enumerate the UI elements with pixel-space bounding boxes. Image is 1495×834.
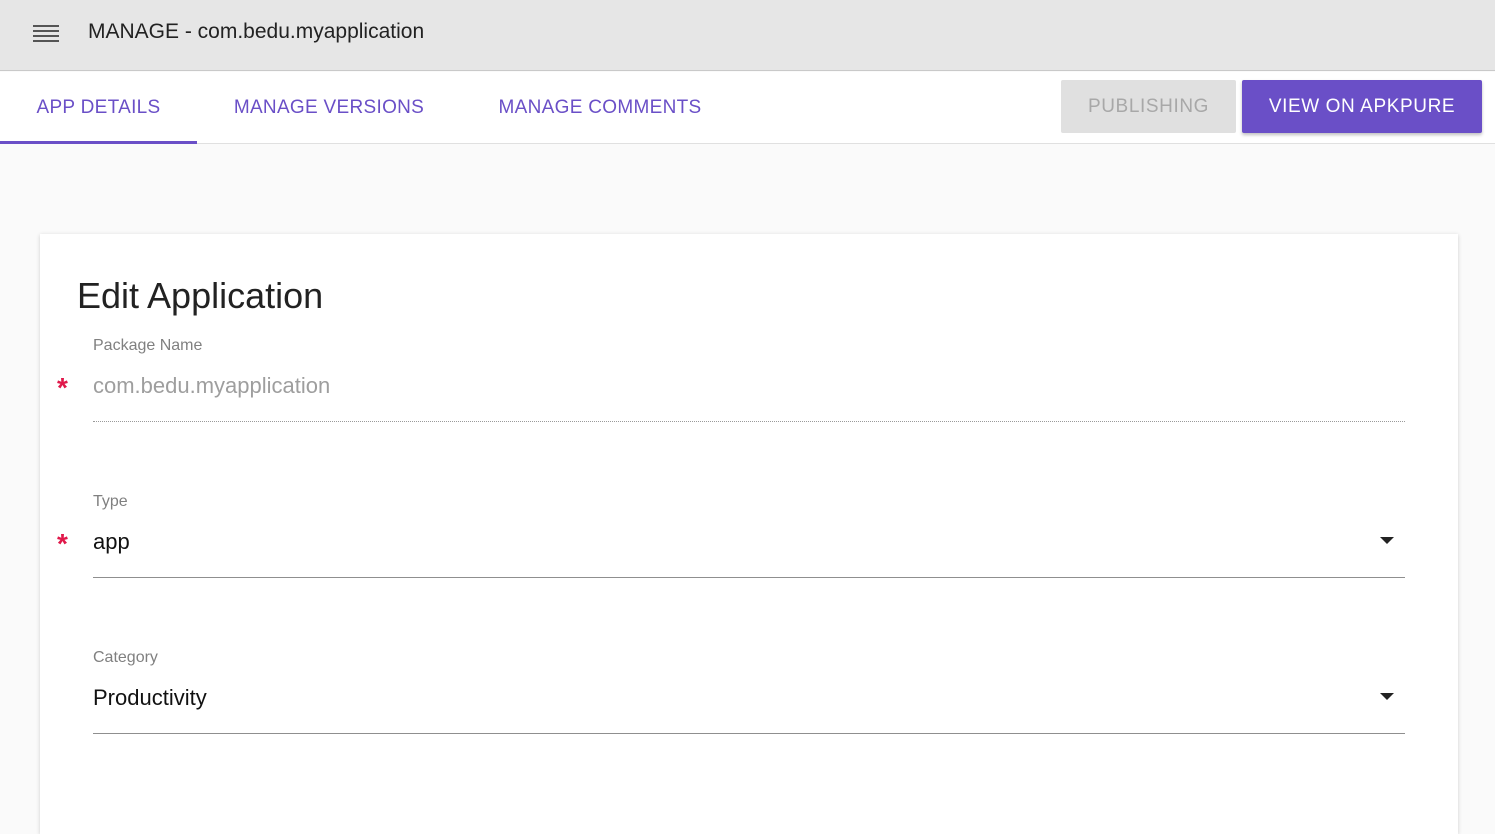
category-label: Category (93, 649, 158, 666)
type-select[interactable]: Type * app (57, 491, 1405, 581)
required-asterisk: * (57, 372, 68, 403)
field-underline (93, 733, 1405, 734)
publishing-button[interactable]: PUBLISHING (1061, 80, 1236, 133)
tab-app-details[interactable]: APP DETAILS (0, 72, 197, 144)
view-on-apkpure-button[interactable]: VIEW ON APKPURE (1242, 80, 1482, 133)
field-underline (93, 421, 1405, 422)
package-name-label: Package Name (93, 337, 203, 354)
category-select[interactable]: Category Productivity (93, 647, 1405, 737)
dropdown-arrow-icon[interactable] (1380, 537, 1394, 544)
type-select-value[interactable]: app (93, 527, 130, 557)
category-select-value[interactable]: Productivity (93, 683, 207, 713)
tab-bar: APP DETAILS MANAGE VERSIONS MANAGE COMME… (0, 72, 1495, 144)
package-name-input[interactable]: com.bedu.myapplication (93, 371, 330, 401)
required-asterisk: * (57, 528, 68, 559)
page-title: MANAGE - com.bedu.myapplication (88, 20, 425, 43)
tab-manage-versions[interactable]: MANAGE VERSIONS (214, 72, 444, 143)
app-bar: MANAGE - com.bedu.myapplication (0, 0, 1495, 71)
tab-manage-comments[interactable]: MANAGE COMMENTS (476, 72, 724, 143)
hamburger-menu-icon[interactable] (31, 22, 61, 46)
field-underline (93, 577, 1405, 578)
form-title: Edit Application (77, 275, 324, 316)
dropdown-arrow-icon[interactable] (1380, 693, 1394, 700)
package-name-field[interactable]: Package Name * com.bedu.myapplication (57, 335, 1405, 425)
type-label: Type (93, 493, 128, 510)
edit-application-card: Edit Application Package Name * com.bedu… (40, 234, 1458, 834)
